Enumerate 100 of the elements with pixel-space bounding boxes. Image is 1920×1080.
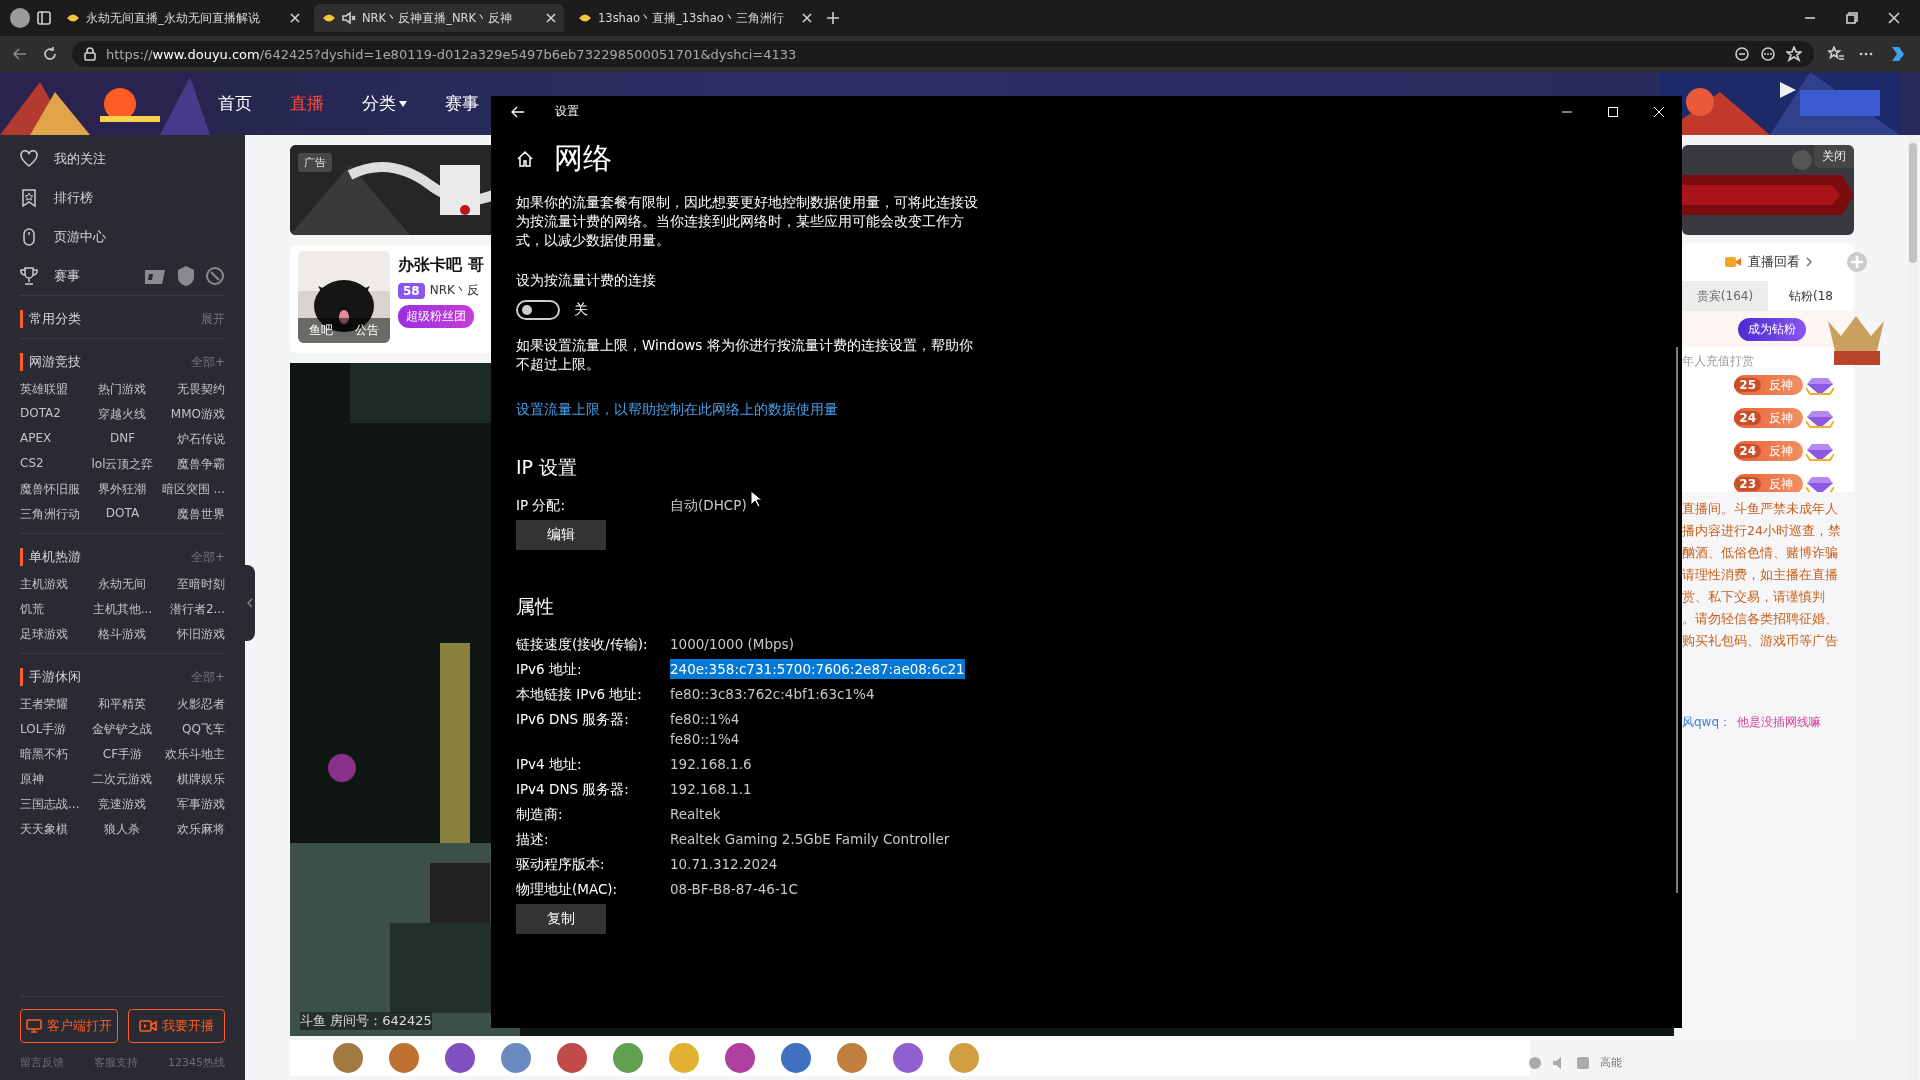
sidebar-link[interactable]: 页游中心 — [54, 227, 106, 246]
browser-tab[interactable]: NRK丶反神直播_NRK丶反神 — [314, 4, 564, 32]
refresh-icon[interactable] — [42, 46, 58, 62]
copy-button[interactable]: 复制 — [516, 904, 606, 934]
avatar-link[interactable]: 公告 — [355, 322, 379, 339]
sidebar-link[interactable]: 我的关注 — [54, 149, 106, 168]
category-link[interactable]: 格斗游戏 — [88, 626, 157, 643]
video-camera-icon — [138, 1019, 157, 1033]
browser-tab[interactable]: 13shao丶直播_13shao丶三角洲行 — [570, 4, 820, 32]
category-link[interactable]: 和平精英 — [88, 696, 157, 713]
fan-club-button[interactable]: 超级粉丝团 — [398, 305, 474, 328]
category-link[interactable]: DOTA — [88, 506, 157, 523]
category-link[interactable]: 二次元游戏 — [88, 771, 157, 788]
more-options-icon[interactable] — [1760, 46, 1776, 62]
toggle-switch[interactable] — [516, 300, 560, 320]
category-link[interactable]: 王者荣耀 — [20, 696, 89, 713]
scrollbar[interactable] — [1676, 347, 1678, 893]
favorites-icon[interactable] — [1828, 46, 1844, 62]
close-icon[interactable] — [546, 13, 556, 23]
category-link[interactable]: QQ飞车 — [156, 721, 225, 738]
close-icon[interactable] — [1888, 12, 1900, 24]
close-icon[interactable] — [290, 13, 300, 23]
setting-label: 设为按流量计费的连接 — [516, 272, 656, 290]
data-limit-link[interactable]: 设置流量上限，以帮助控制在此网络上的数据使用量 — [516, 401, 838, 419]
category-link[interactable]: 穿越火线 — [88, 406, 157, 423]
nav-link[interactable]: 分类 — [362, 92, 407, 115]
property-label: 描述: — [516, 830, 549, 849]
category-link[interactable]: MMO游戏 — [156, 406, 225, 423]
category-link[interactable]: 火影忍者 — [156, 696, 225, 713]
sidebar-link[interactable]: 赛事 — [54, 266, 80, 285]
panel-tab[interactable]: 贵宾(164) — [1682, 281, 1768, 311]
category-link[interactable]: 金铲铲之战 — [88, 721, 157, 738]
category-link[interactable]: 三国志战... — [20, 796, 89, 813]
category-link[interactable]: 怀旧游戏 — [156, 626, 225, 643]
category-link[interactable]: 永劫无间 — [88, 576, 157, 593]
close-button[interactable]: 关闭 — [1814, 145, 1854, 168]
sidebar-button[interactable]: 客户端打开 — [20, 1009, 118, 1043]
category-link[interactable]: 饥荒 — [20, 601, 89, 618]
category-link[interactable]: 竞速游戏 — [88, 796, 157, 813]
nav-link[interactable]: 直播 — [290, 92, 324, 115]
shield-logo-icon[interactable] — [177, 264, 195, 287]
chat-username[interactable]: 风qwq： — [1682, 714, 1732, 731]
maximize-icon[interactable] — [1607, 106, 1619, 117]
category-link[interactable]: lol云顶之弈 — [88, 456, 157, 473]
join-button[interactable]: 成为钻粉 — [1738, 317, 1806, 341]
category-link[interactable]: 棋牌娱乐 — [156, 771, 225, 788]
nav-link[interactable]: 赛事 — [445, 92, 479, 115]
property-label: IPv6 DNS 服务器: — [516, 710, 629, 729]
home-icon[interactable] — [516, 150, 534, 168]
browser-tab[interactable]: 永劫无间直播_永劫无间直播解说 — [58, 4, 308, 32]
category-link[interactable]: APEX — [20, 431, 89, 448]
back-icon[interactable] — [511, 105, 525, 118]
sidebar-link[interactable]: 排行榜 — [54, 188, 93, 207]
category-link[interactable]: 无畏契约 — [156, 381, 225, 398]
category-link[interactable]: 主机游戏 — [20, 576, 89, 593]
category-link[interactable]: 欢乐麻将 — [156, 821, 225, 838]
collapse-handle[interactable] — [245, 565, 255, 641]
close-icon[interactable] — [802, 13, 812, 23]
category-link[interactable]: DOTA2 — [20, 406, 89, 423]
category-link[interactable]: 足球游戏 — [20, 626, 89, 643]
new-tab-icon[interactable] — [826, 11, 840, 25]
profile-avatar[interactable] — [10, 8, 30, 28]
replay-link[interactable]: 直播回看 — [1724, 243, 1812, 281]
tab-title: 13shao丶直播_13shao丶三角洲行 — [598, 10, 785, 26]
category-link[interactable]: DNF — [88, 431, 157, 448]
category-link[interactable]: 欢乐斗地主 — [156, 746, 225, 763]
category-link[interactable]: 原神 — [20, 771, 89, 788]
property-label: IPv4 DNS 服务器: — [516, 780, 629, 799]
category-link[interactable]: 暗区突围 ... — [156, 481, 225, 498]
streamer-name[interactable]: NRK丶反 — [429, 282, 479, 299]
category-link[interactable]: 至暗时刻 — [156, 576, 225, 593]
category-link[interactable]: 暗黑不朽 — [20, 746, 89, 763]
category-link[interactable]: 热门游戏 — [88, 381, 157, 398]
category-link[interactable]: CS2 — [20, 456, 89, 473]
category-link[interactable]: 魔兽争霸 — [156, 456, 225, 473]
category-link[interactable]: LOL手游 — [20, 721, 89, 738]
restore-icon[interactable] — [1846, 12, 1858, 24]
category-link[interactable]: 主机其他... — [88, 601, 157, 618]
category-link[interactable]: 三角洲行动 — [20, 506, 89, 523]
address-field[interactable]: https://www.douyu.com/642425?dyshid=1e80119-d012a329e5497b6eb732298500051701&dyshci=4133 — [72, 41, 1814, 67]
scrollbar[interactable] — [1908, 135, 1918, 1080]
category-link[interactable]: 魔兽怀旧服 — [20, 481, 89, 498]
star-icon[interactable] — [1786, 46, 1802, 62]
tab-actions-icon[interactable] — [36, 10, 52, 26]
lock-icon — [84, 47, 96, 61]
category-link[interactable]: CF手游 — [88, 746, 157, 763]
category-link[interactable]: 潜行者2... — [156, 601, 225, 618]
category-link[interactable]: 界外狂潮 — [88, 481, 157, 498]
section-title: 网游竞技 — [20, 353, 81, 371]
category-link[interactable]: 军事游戏 — [156, 796, 225, 813]
category-link[interactable]: 天天象棋 — [20, 821, 89, 838]
nav-link[interactable]: 首页 — [218, 92, 252, 115]
category-link[interactable]: 魔兽世界 — [156, 506, 225, 523]
sidebar-button[interactable]: 我要开播 — [127, 1009, 225, 1043]
avatar-link[interactable]: 鱼吧 — [309, 322, 333, 339]
category-link[interactable]: 狼人杀 — [88, 821, 157, 838]
category-link[interactable]: 炉石传说 — [156, 431, 225, 448]
category-link[interactable]: 英雄联盟 — [20, 381, 89, 398]
toolbar-label[interactable]: 高能 — [1600, 1055, 1622, 1070]
edit-button[interactable]: 编辑 — [516, 520, 606, 550]
